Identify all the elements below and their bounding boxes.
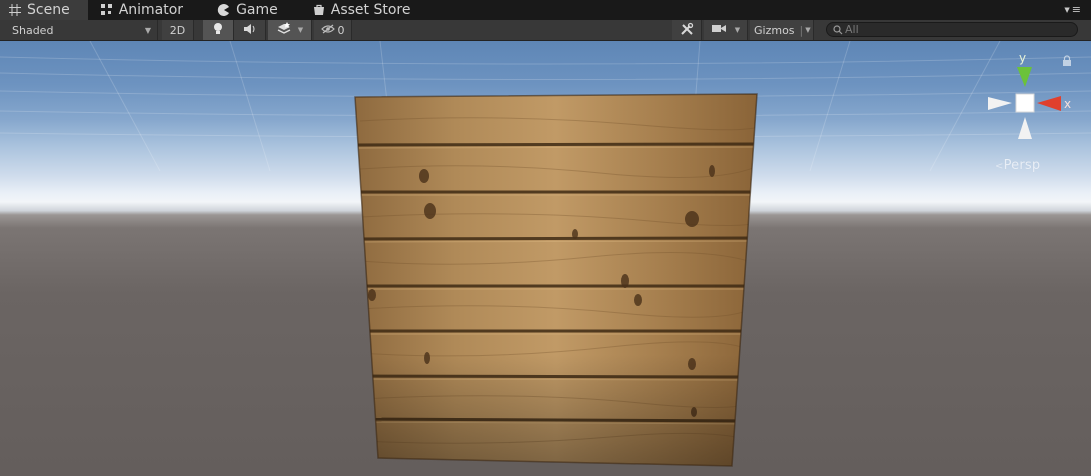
draw-mode-dropdown[interactable]: Shaded ▼	[0, 20, 158, 40]
camera-icon	[711, 23, 727, 37]
asset-store-icon	[312, 3, 326, 17]
speaker-icon	[243, 23, 257, 38]
hidden-objects-toggle[interactable]: 0	[314, 20, 352, 40]
tab-scene[interactable]: Scene	[0, 0, 88, 20]
chevron-down-icon: ▼	[734, 26, 741, 34]
camera-projection-label[interactable]: <Persp	[995, 158, 1040, 173]
draw-mode-value: Shaded	[12, 23, 54, 37]
scene-toolbar: Shaded ▼ 2D ▼ 0 ▼ Gizmos | ▼ All	[0, 20, 1091, 41]
gizmos-label: Gizmos	[754, 23, 795, 37]
scene-viewport[interactable]: y x <Persp	[0, 41, 1091, 476]
axis-x-cone[interactable]	[1037, 96, 1061, 111]
scene-lighting-toggle[interactable]	[203, 20, 234, 40]
tab-asset-store-label: Asset Store	[330, 2, 411, 18]
tab-game-label: Game	[236, 2, 278, 18]
tools-settings-button[interactable]	[672, 20, 702, 40]
search-icon	[833, 20, 843, 39]
dropdown-separator: |	[799, 23, 804, 37]
toggle-2d-button[interactable]: 2D	[162, 20, 194, 40]
lock-icon[interactable]	[1062, 55, 1072, 67]
game-pacman-icon	[217, 3, 231, 17]
axis-y-cone[interactable]	[1017, 67, 1032, 87]
gizmo-center-cube[interactable]	[1015, 93, 1035, 113]
axis-x-label: x	[1064, 97, 1071, 111]
axis-neg-x-cone[interactable]	[988, 97, 1012, 110]
wooden-crate-object[interactable]	[0, 41, 1091, 476]
chevron-down-icon: ▼	[297, 26, 304, 34]
eye-hidden-icon	[320, 24, 335, 37]
scene-search-input[interactable]	[845, 23, 1045, 36]
axis-z-cone[interactable]	[1018, 117, 1032, 139]
axis-y-label: y	[1019, 51, 1026, 65]
tab-asset-store[interactable]: Asset Store	[290, 0, 423, 20]
animator-icon	[100, 3, 114, 17]
camera-settings-dropdown[interactable]: ▼	[704, 20, 748, 40]
editor-tab-strip: Scene Animator Game Asset Store ▼ ≡	[0, 0, 1091, 20]
chevron-left-icon: <	[995, 161, 1004, 172]
effects-layers-icon	[276, 22, 292, 38]
crossed-tools-icon	[680, 22, 694, 39]
hidden-count: 0	[337, 23, 345, 37]
chevron-down-icon: ▼	[805, 26, 811, 34]
tab-animator[interactable]: Animator	[88, 0, 195, 20]
scene-search-field[interactable]	[826, 22, 1078, 37]
lightbulb-icon	[212, 22, 224, 39]
chevron-down-icon: ▼	[1064, 5, 1070, 14]
toggle-2d-label: 2D	[169, 23, 186, 37]
gizmos-dropdown[interactable]: Gizmos | ▼	[750, 20, 814, 40]
hamburger-menu-icon: ≡	[1071, 3, 1081, 16]
scene-effects-dropdown[interactable]: ▼	[268, 20, 312, 40]
scene-grid-icon	[8, 3, 22, 17]
scene-audio-toggle[interactable]	[234, 20, 266, 40]
tab-game[interactable]: Game	[195, 0, 290, 20]
projection-mode-text: Persp	[1003, 158, 1041, 173]
tab-scene-label: Scene	[27, 2, 70, 18]
tab-options-menu[interactable]: ▼ ≡	[1064, 3, 1081, 16]
chevron-down-icon: ▼	[144, 26, 151, 35]
tab-animator-label: Animator	[118, 2, 184, 18]
